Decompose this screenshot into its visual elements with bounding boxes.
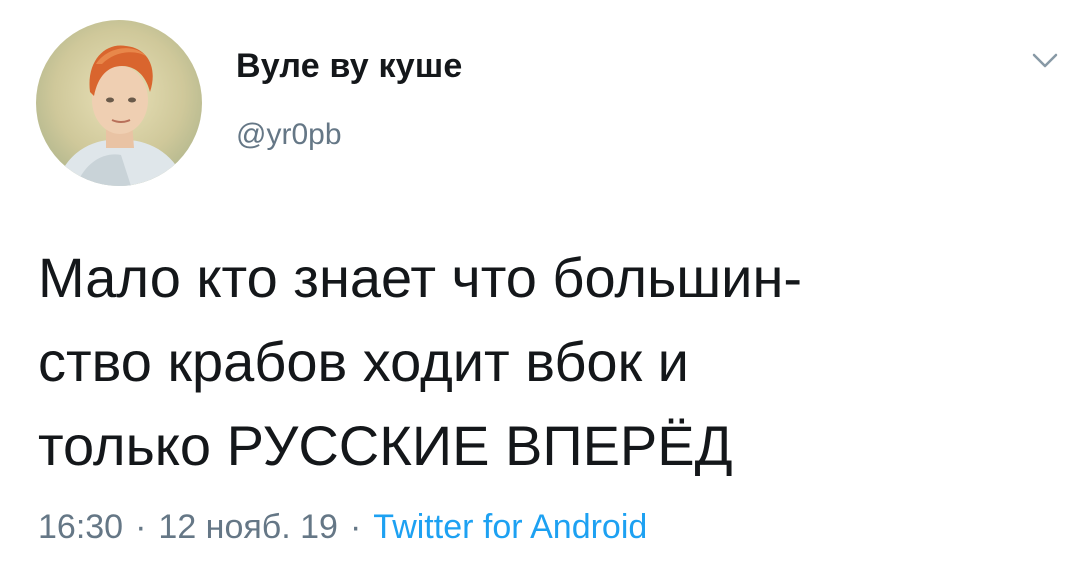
chevron-down-icon[interactable] bbox=[1030, 50, 1060, 72]
tweet-text: Мало кто знает что большин- ство крабов … bbox=[38, 236, 1058, 488]
tweet-source-link[interactable]: Twitter for Android bbox=[373, 508, 647, 546]
tweet-date[interactable]: 12 нояб. 19 bbox=[158, 508, 338, 546]
tweet-meta: 16:30 · 12 нояб. 19 · Twitter for Android bbox=[38, 508, 647, 547]
tweet-card: Вуле ву куше @yr0pb Мало кто знает что б… bbox=[0, 0, 1080, 585]
tweet-text-line: Мало кто знает что большин- bbox=[38, 246, 803, 309]
portrait-avatar-icon bbox=[36, 20, 202, 186]
avatar[interactable] bbox=[36, 20, 202, 186]
meta-separator: · bbox=[349, 508, 362, 546]
user-handle[interactable]: @yr0pb bbox=[236, 118, 342, 152]
meta-separator: · bbox=[135, 508, 147, 546]
tweet-text-line: ство крабов ходит вбок и bbox=[38, 330, 689, 393]
display-name[interactable]: Вуле ву куше bbox=[236, 47, 463, 86]
tweet-text-line: только РУССКИЕ ВПЕРЁД bbox=[38, 414, 733, 477]
tweet-time[interactable]: 16:30 bbox=[38, 508, 123, 546]
